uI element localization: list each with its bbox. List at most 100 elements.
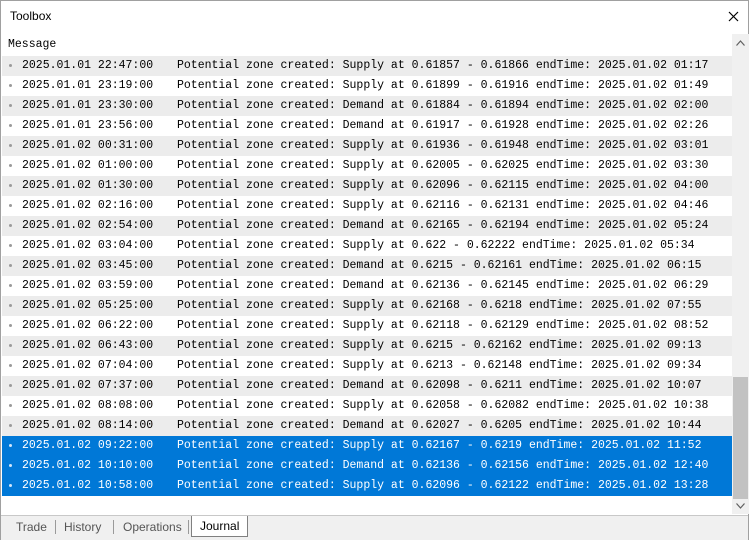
- log-row[interactable]: 2025.01.02 07:37:00 Potential zone create…: [2, 376, 732, 396]
- tab-separator: [188, 520, 189, 534]
- bullet-icon: [9, 464, 12, 467]
- log-time: 2025.01.02 03:04:00: [22, 239, 154, 252]
- bullet-icon: [9, 264, 12, 267]
- title-bar: Toolbox: [1, 1, 748, 31]
- log-time: 2025.01.02 00:31:00: [22, 139, 154, 152]
- log-message: Potential zone created: Supply at 0.6205…: [177, 399, 709, 412]
- journal-log-list[interactable]: 2025.01.01 22:47:00 Potential zone create…: [2, 56, 732, 496]
- chevron-down-icon: [736, 502, 745, 509]
- bullet-icon: [9, 304, 12, 307]
- log-message: Potential zone created: Supply at 0.6189…: [177, 79, 709, 92]
- log-row[interactable]: 2025.01.02 02:16:00 Potential zone create…: [2, 196, 732, 216]
- log-row[interactable]: 2025.01.01 22:47:00 Potential zone create…: [2, 56, 732, 76]
- log-message: Potential zone created: Supply at 0.6216…: [177, 299, 702, 312]
- bullet-icon: [9, 144, 12, 147]
- log-message: Potential zone created: Supply at 0.6211…: [177, 199, 709, 212]
- log-row[interactable]: 2025.01.02 10:58:00 Potential zone create…: [2, 476, 732, 496]
- window-title: Toolbox: [10, 9, 52, 23]
- bullet-icon: [9, 424, 12, 427]
- log-time: 2025.01.02 10:58:00: [22, 479, 154, 492]
- log-row[interactable]: 2025.01.01 23:56:00 Potential zone create…: [2, 116, 732, 136]
- bullet-icon: [9, 124, 12, 127]
- bullet-icon: [9, 64, 12, 67]
- log-message: Potential zone created: Demand at 0.6216…: [177, 219, 709, 232]
- log-time: 2025.01.02 05:25:00: [22, 299, 154, 312]
- log-time: 2025.01.01 23:19:00: [22, 79, 154, 92]
- log-row[interactable]: 2025.01.02 07:04:00 Potential zone create…: [2, 356, 732, 376]
- bullet-icon: [9, 444, 12, 447]
- toolbox-window: Toolbox Message 2025.01.01 22:47:00 Poten…: [0, 0, 749, 540]
- log-time: 2025.01.02 01:00:00: [22, 159, 154, 172]
- log-time: 2025.01.02 07:37:00: [22, 379, 154, 392]
- bullet-icon: [9, 364, 12, 367]
- log-time: 2025.01.02 10:10:00: [22, 459, 154, 472]
- column-header-message[interactable]: Message: [2, 34, 732, 54]
- log-row[interactable]: 2025.01.02 03:45:00 Potential zone create…: [2, 256, 732, 276]
- log-row[interactable]: 2025.01.02 08:08:00 Potential zone create…: [2, 396, 732, 416]
- log-time: 2025.01.02 07:04:00: [22, 359, 154, 372]
- log-row[interactable]: 2025.01.02 00:31:00 Potential zone create…: [2, 136, 732, 156]
- tab-label: Journal: [200, 519, 240, 533]
- log-row[interactable]: 2025.01.02 01:30:00 Potential zone create…: [2, 176, 732, 196]
- log-message: Potential zone created: Demand at 0.6209…: [177, 379, 702, 392]
- tab-label: Operations: [123, 520, 182, 534]
- log-time: 2025.01.02 06:22:00: [22, 319, 154, 332]
- bullet-icon: [9, 224, 12, 227]
- log-message: Potential zone created: Demand at 0.6215…: [177, 259, 702, 272]
- log-row[interactable]: 2025.01.02 03:04:00 Potential zone create…: [2, 236, 732, 256]
- bullet-icon: [9, 344, 12, 347]
- bullet-icon: [9, 284, 12, 287]
- log-time: 2025.01.02 08:14:00: [22, 419, 154, 432]
- log-message: Potential zone created: Supply at 0.6213…: [177, 359, 702, 372]
- tab-separator: [55, 520, 56, 534]
- vertical-scrollbar[interactable]: [732, 34, 749, 514]
- log-row[interactable]: 2025.01.02 08:14:00 Potential zone create…: [2, 416, 732, 436]
- log-time: 2025.01.02 01:30:00: [22, 179, 154, 192]
- bullet-icon: [9, 484, 12, 487]
- tab-journal[interactable]: Journal: [191, 516, 249, 537]
- log-row[interactable]: 2025.01.01 23:30:00 Potential zone create…: [2, 96, 732, 116]
- log-time: 2025.01.02 03:59:00: [22, 279, 154, 292]
- tab-operations[interactable]: Operations: [123, 518, 182, 536]
- log-time: 2025.01.02 02:54:00: [22, 219, 154, 232]
- log-row[interactable]: 2025.01.02 05:25:00 Potential zone create…: [2, 296, 732, 316]
- bullet-icon: [9, 384, 12, 387]
- log-message: Potential zone created: Supply at 0.622 …: [177, 239, 695, 252]
- tab-trade[interactable]: Trade: [16, 518, 47, 536]
- log-time: 2025.01.01 22:47:00: [22, 59, 154, 72]
- scroll-up-button[interactable]: [732, 34, 749, 51]
- log-message: Potential zone created: Supply at 0.6209…: [177, 479, 709, 492]
- log-row[interactable]: 2025.01.02 02:54:00 Potential zone create…: [2, 216, 732, 236]
- scroll-down-button[interactable]: [732, 497, 749, 514]
- scroll-thumb[interactable]: [733, 377, 748, 499]
- log-message: Potential zone created: Supply at 0.6193…: [177, 139, 709, 152]
- close-button[interactable]: [722, 5, 744, 27]
- bullet-icon: [9, 404, 12, 407]
- log-time: 2025.01.01 23:30:00: [22, 99, 154, 112]
- log-row[interactable]: 2025.01.02 09:22:00 Potential zone create…: [2, 436, 732, 456]
- log-message: Potential zone created: Demand at 0.6213…: [177, 279, 709, 292]
- bullet-icon: [9, 204, 12, 207]
- log-row[interactable]: 2025.01.02 06:43:00 Potential zone create…: [2, 336, 732, 356]
- log-message: Potential zone created: Demand at 0.6213…: [177, 459, 709, 472]
- log-time: 2025.01.01 23:56:00: [22, 119, 154, 132]
- log-message: Potential zone created: Demand at 0.6188…: [177, 99, 709, 112]
- log-row[interactable]: 2025.01.02 10:10:00 Potential zone create…: [2, 456, 732, 476]
- log-row[interactable]: 2025.01.02 03:59:00 Potential zone create…: [2, 276, 732, 296]
- log-row[interactable]: 2025.01.02 06:22:00 Potential zone create…: [2, 316, 732, 336]
- log-row[interactable]: 2025.01.02 01:00:00 Potential zone create…: [2, 156, 732, 176]
- bullet-icon: [9, 184, 12, 187]
- bullet-icon: [9, 244, 12, 247]
- log-message: Potential zone created: Demand at 0.6202…: [177, 419, 702, 432]
- log-message: Potential zone created: Demand at 0.6191…: [177, 119, 709, 132]
- log-message: Potential zone created: Supply at 0.6211…: [177, 319, 709, 332]
- tab-separator: [113, 520, 114, 534]
- log-row[interactable]: 2025.01.01 23:19:00 Potential zone create…: [2, 76, 732, 96]
- log-time: 2025.01.02 09:22:00: [22, 439, 154, 452]
- tab-history[interactable]: History: [64, 518, 101, 536]
- column-header-label: Message: [8, 38, 57, 51]
- log-time: 2025.01.02 03:45:00: [22, 259, 154, 272]
- chevron-up-icon: [736, 39, 745, 46]
- log-message: Potential zone created: Supply at 0.6185…: [177, 59, 709, 72]
- bullet-icon: [9, 164, 12, 167]
